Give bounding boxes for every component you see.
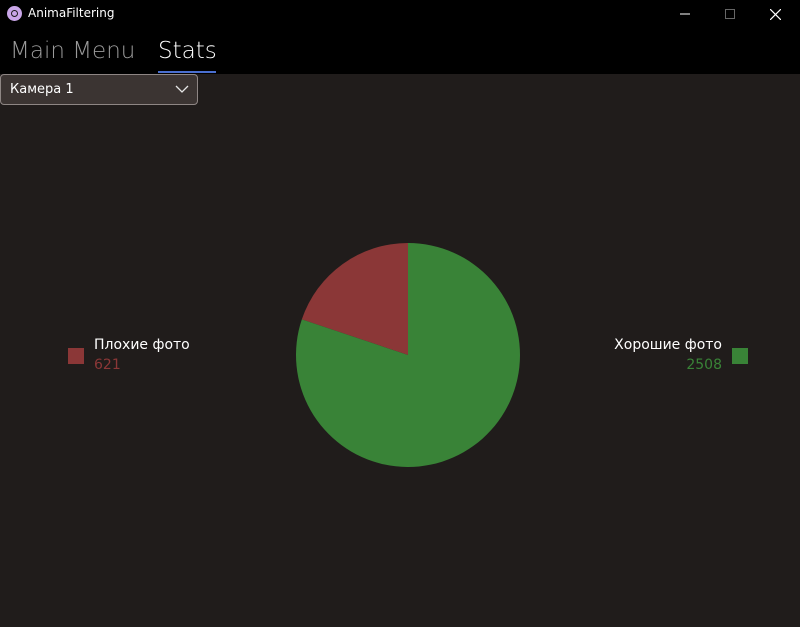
minimize-icon (680, 13, 690, 15)
tab-stats[interactable]: Stats (158, 38, 217, 64)
pie-chart (296, 243, 520, 467)
window-title: AnimaFiltering (28, 6, 115, 20)
legend-label-bad: Плохие фото (94, 337, 190, 353)
close-button[interactable] (752, 0, 798, 28)
tab-main-menu[interactable]: Main Menu (10, 38, 135, 64)
legend-value-good: 2508 (686, 357, 722, 373)
app-logo-icon (7, 6, 22, 21)
camera-dropdown-value: Камера 1 (10, 82, 74, 97)
maximize-button[interactable] (707, 0, 753, 28)
camera-dropdown[interactable]: Камера 1 (0, 74, 198, 105)
legend-label-good: Хорошие фото (614, 337, 722, 353)
tab-bar: Main Menu Stats (0, 28, 800, 74)
maximize-icon (725, 9, 735, 19)
legend-swatch-bad (68, 348, 84, 364)
legend-value-bad: 621 (94, 357, 121, 373)
legend-swatch-good (732, 348, 748, 364)
title-bar: AnimaFiltering (0, 0, 800, 28)
minimize-button[interactable] (662, 0, 708, 28)
selected-tab-indicator (158, 71, 216, 73)
chevron-down-icon (175, 85, 189, 93)
close-icon (769, 8, 781, 20)
